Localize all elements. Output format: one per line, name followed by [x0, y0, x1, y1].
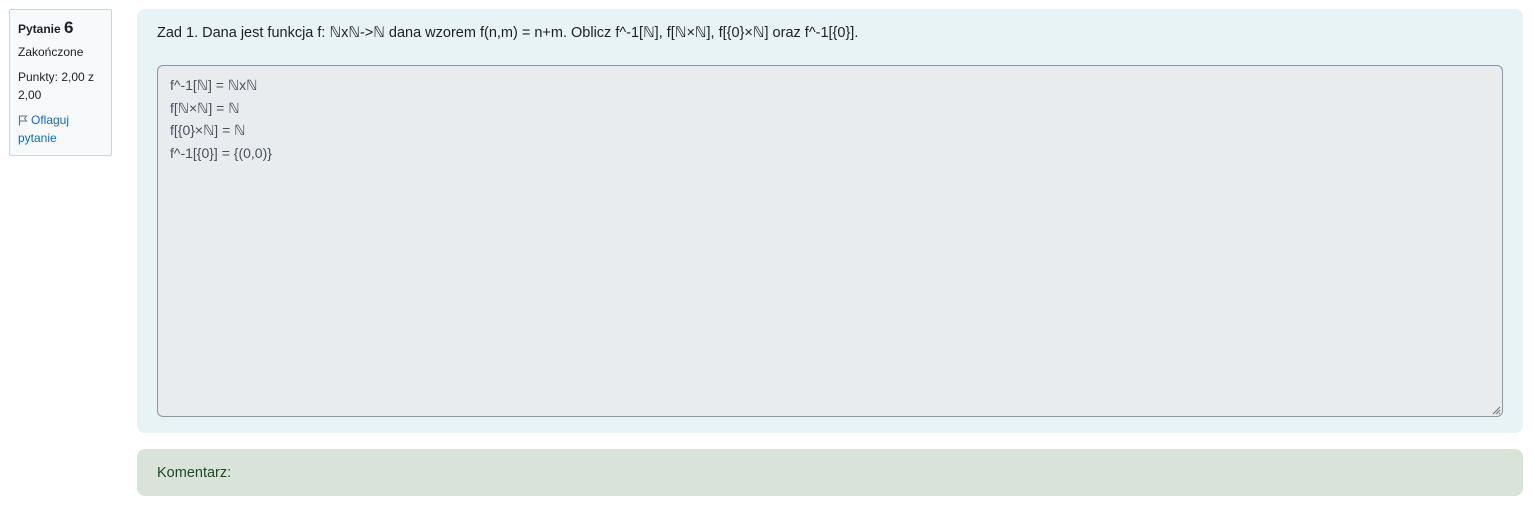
question-grade: Punkty: 2,00 z 2,00: [18, 70, 95, 102]
question-number: 6: [64, 18, 74, 37]
resize-grip-icon[interactable]: [1491, 405, 1501, 415]
answer-textarea[interactable]: f^-1[ℕ] = ℕxℕ f[ℕ×ℕ] = ℕ f[{0}×ℕ] = ℕ f^…: [157, 65, 1503, 417]
comment-label: Komentarz:: [157, 465, 232, 481]
question-state: Zakończone: [18, 45, 84, 59]
question-label: Pytanie: [18, 22, 61, 36]
question-formulation: Zad 1. Dana jest funkcja f: ℕxℕ->ℕ dana …: [137, 9, 1523, 433]
flag-icon: [18, 113, 31, 127]
question-info-panel: Pytanie 6 Zakończone Punkty: 2,00 z 2,00…: [9, 9, 112, 156]
comment-box: Komentarz:: [137, 449, 1523, 496]
question-number-heading: Pytanie 6: [18, 18, 103, 39]
flag-question-link[interactable]: Oflaguj pytanie: [18, 111, 103, 147]
question-text: Zad 1. Dana jest funkcja f: ℕxℕ->ℕ dana …: [157, 25, 859, 41]
